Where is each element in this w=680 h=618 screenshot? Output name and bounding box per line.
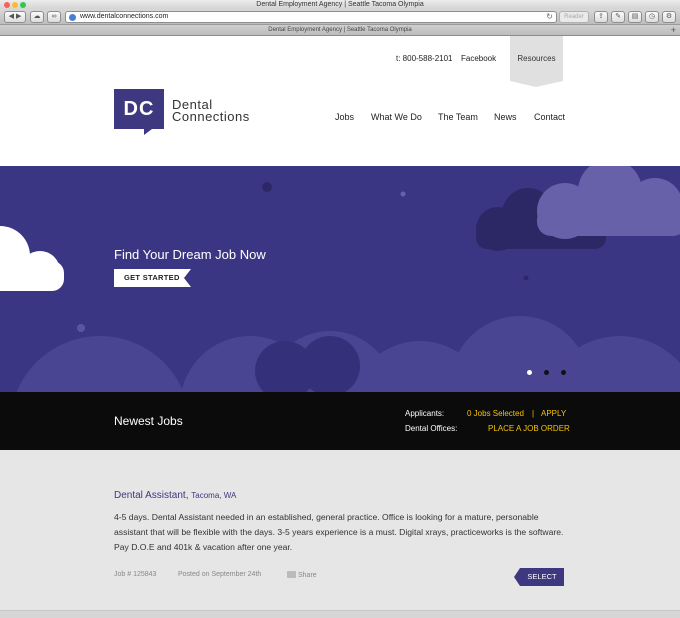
nav-what-we-do[interactable]: What We Do [371, 112, 422, 122]
share-sheet-icon[interactable]: ⇪ [594, 11, 608, 23]
globe-icon [69, 14, 76, 21]
get-started-button[interactable]: GET STARTED [114, 269, 191, 287]
select-job-button[interactable]: SELECT [514, 568, 564, 586]
next-listing-strip [0, 610, 680, 618]
window-title: Dental Employment Agency | Seattle Tacom… [256, 1, 424, 8]
history-icon[interactable]: ◷ [645, 11, 659, 23]
separator: | [532, 409, 535, 418]
job-number: Job # 125843 [114, 571, 157, 578]
newest-jobs-heading: Newest Jobs [114, 414, 183, 428]
tools-icon[interactable]: ✎ [611, 11, 625, 23]
tab-bar: Dental Employment Agency | Seattle Tacom… [0, 25, 680, 36]
logo-line-2: Connections [172, 109, 250, 124]
job-title-link[interactable]: Dental Assistant, Tacoma, WA [114, 490, 236, 501]
phone-number: t: 800-588-2101 [396, 54, 453, 63]
job-description: 4-5 days. Dental Assistant needed in an … [114, 512, 564, 552]
nav-contact[interactable]: Contact [534, 112, 565, 122]
hero-banner: Find Your Dream Job Now GET STARTED [0, 166, 680, 392]
resources-tab[interactable]: Resources [510, 36, 563, 87]
address-bar[interactable]: www.dentalconnections.com ↻ [65, 11, 557, 23]
job-location: Tacoma, WA [191, 491, 237, 500]
nav-the-team[interactable]: The Team [438, 112, 478, 122]
reader-button[interactable]: Reader [559, 11, 589, 23]
reading-list-icon[interactable]: ∞ [47, 11, 61, 23]
zoom-window-button[interactable] [20, 2, 26, 8]
nav-news[interactable]: News [494, 112, 517, 122]
facebook-link[interactable]: Facebook [461, 54, 496, 63]
icloud-icon[interactable]: ☁ [30, 11, 44, 23]
applicants-label: Applicants: [405, 409, 445, 418]
new-tab-icon[interactable]: + [671, 25, 676, 36]
reload-icon[interactable]: ↻ [546, 12, 553, 22]
slider-dot-2[interactable] [544, 370, 549, 375]
posted-date: Posted on September 24th [178, 571, 262, 578]
place-job-order-link[interactable]: PLACE A JOB ORDER [488, 424, 570, 433]
active-tab[interactable]: Dental Employment Agency | Seattle Tacom… [268, 27, 412, 33]
url-text: www.dentalconnections.com [80, 13, 169, 20]
close-window-button[interactable] [4, 2, 10, 8]
site-header: t: 800-588-2101 Facebook Resources DC De… [0, 36, 680, 166]
logo-mark[interactable]: DC [114, 89, 164, 135]
logo-wordmark[interactable]: Dental Connections [172, 98, 250, 124]
hero-title: Find Your Dream Job Now [114, 247, 266, 262]
newest-jobs-bar: Newest Jobs Applicants: 0 Jobs Selected … [0, 392, 680, 450]
slider-dot-3[interactable] [561, 370, 566, 375]
apply-link[interactable]: APPLY [541, 409, 566, 418]
job-title: Dental Assistant, [114, 490, 189, 501]
slider-dot-1[interactable] [527, 370, 532, 375]
bookmarks-icon[interactable]: ▤ [628, 11, 642, 23]
settings-gear-icon[interactable]: ⚙ [662, 11, 676, 23]
jobs-selected-link[interactable]: 0 Jobs Selected [467, 409, 524, 418]
hero-clouds-illustration [0, 166, 680, 392]
back-forward-buttons[interactable]: ◀ ▶ [4, 11, 26, 23]
speech-bubble-icon [287, 571, 296, 578]
share-label: Share [298, 572, 317, 579]
dental-offices-label: Dental Offices: [405, 424, 458, 433]
share-link[interactable]: Share [287, 571, 317, 579]
window-titlebar: Dental Employment Agency | Seattle Tacom… [0, 0, 680, 9]
job-listing: Dental Assistant, Tacoma, WA 4-5 days. D… [0, 450, 680, 610]
minimize-window-button[interactable] [12, 2, 18, 8]
browser-toolbar: ◀ ▶ ☁ ∞ www.dentalconnections.com ↻ Read… [0, 9, 680, 25]
nav-jobs[interactable]: Jobs [335, 112, 354, 122]
